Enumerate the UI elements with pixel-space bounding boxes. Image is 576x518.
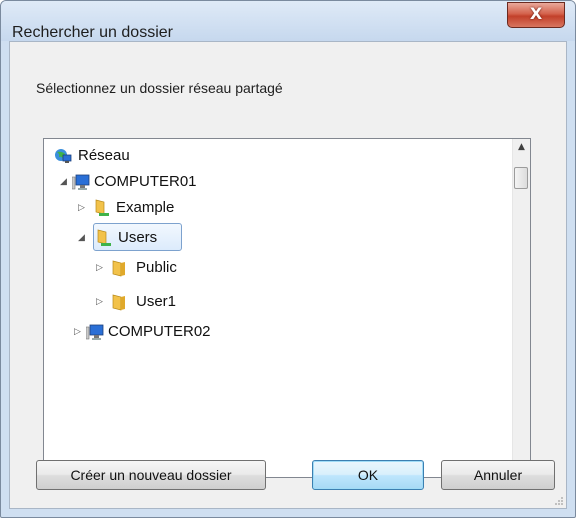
ok-button[interactable]: OK	[312, 460, 424, 490]
scroll-up-icon[interactable]: ▲	[513, 139, 530, 156]
expand-arrow-icon[interactable]: ▷	[78, 195, 88, 221]
title-bar[interactable]: Rechercher un dossier X	[1, 1, 575, 41]
folder-tree[interactable]: Réseau ◢ COMPUTER01 ▷ Example ◢ Users ▷ …	[43, 138, 531, 478]
tree-item-label: Réseau	[78, 147, 130, 164]
collapse-arrow-icon[interactable]: ◢	[60, 169, 70, 195]
tree-item-label: Example	[116, 199, 175, 216]
shared-folder-icon	[97, 229, 111, 246]
scrollbar-thumb[interactable]	[514, 167, 528, 189]
close-icon: X	[529, 4, 543, 23]
cancel-button[interactable]: Annuler	[441, 460, 555, 490]
collapse-arrow-icon[interactable]: ◢	[78, 225, 88, 251]
tree-item-label: Users	[118, 229, 158, 246]
dialog-body: Sélectionnez un dossier réseau partagé R…	[9, 41, 567, 509]
instruction-text: Sélectionnez un dossier réseau partagé	[36, 80, 283, 96]
computer-icon	[72, 174, 90, 190]
folder-icon	[112, 294, 125, 311]
computer-icon	[86, 324, 104, 340]
expand-arrow-icon[interactable]: ▷	[74, 319, 84, 345]
expand-arrow-icon[interactable]: ▷	[96, 255, 106, 281]
vertical-scrollbar[interactable]: ▲ ▼	[512, 139, 530, 477]
shared-folder-icon	[95, 199, 109, 216]
resize-grip-icon[interactable]	[554, 496, 564, 506]
browse-folder-dialog: Rechercher un dossier X Sélectionnez un …	[0, 0, 576, 518]
tree-item-label: Public	[136, 259, 177, 276]
tree-item-label: COMPUTER01	[94, 173, 197, 190]
new-folder-button[interactable]: Créer un nouveau dossier	[36, 460, 266, 490]
expand-arrow-icon[interactable]: ▷	[96, 289, 106, 315]
close-button[interactable]: X	[507, 2, 565, 28]
tree-item-label: COMPUTER02	[108, 323, 211, 340]
network-icon	[55, 149, 72, 163]
tree-item-label: User1	[136, 293, 177, 310]
window-title: Rechercher un dossier	[12, 24, 173, 41]
folder-icon	[112, 260, 125, 277]
